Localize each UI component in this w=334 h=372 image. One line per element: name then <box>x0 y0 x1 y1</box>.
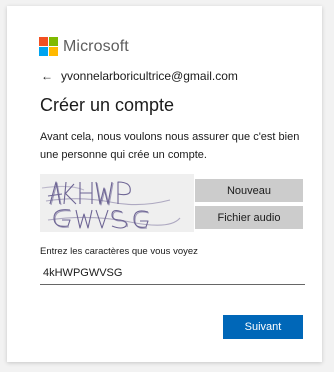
page-title: Créer un compte <box>40 95 175 115</box>
audio-captcha-button[interactable]: Fichier audio <box>195 206 303 229</box>
captcha-input-label: Entrez les caractères que vous voyez <box>40 246 198 257</box>
signup-card: Microsoft ← yvonnelarboricultrice@gmail.… <box>7 6 322 362</box>
logo-square-yellow <box>49 47 58 56</box>
identity-banner: ← yvonnelarboricultrice@gmail.com <box>41 69 238 83</box>
new-captcha-button[interactable]: Nouveau <box>195 179 303 202</box>
logo-square-red <box>39 37 48 46</box>
captcha-distorted-text <box>41 181 181 229</box>
logo-square-green <box>49 37 58 46</box>
account-email: yvonnelarboricultrice@gmail.com <box>61 69 238 83</box>
arrow-left-icon[interactable]: ← <box>41 69 53 83</box>
captcha-input[interactable] <box>40 262 305 285</box>
brand-name: Microsoft <box>63 37 129 55</box>
microsoft-logo: Microsoft <box>39 37 129 56</box>
logo-square-blue <box>39 47 48 56</box>
captcha-image <box>40 174 194 232</box>
windows-logo-icon <box>39 37 58 56</box>
next-button[interactable]: Suivant <box>223 315 303 339</box>
page-description: Avant cela, nous voulons nous assurer qu… <box>40 131 300 161</box>
